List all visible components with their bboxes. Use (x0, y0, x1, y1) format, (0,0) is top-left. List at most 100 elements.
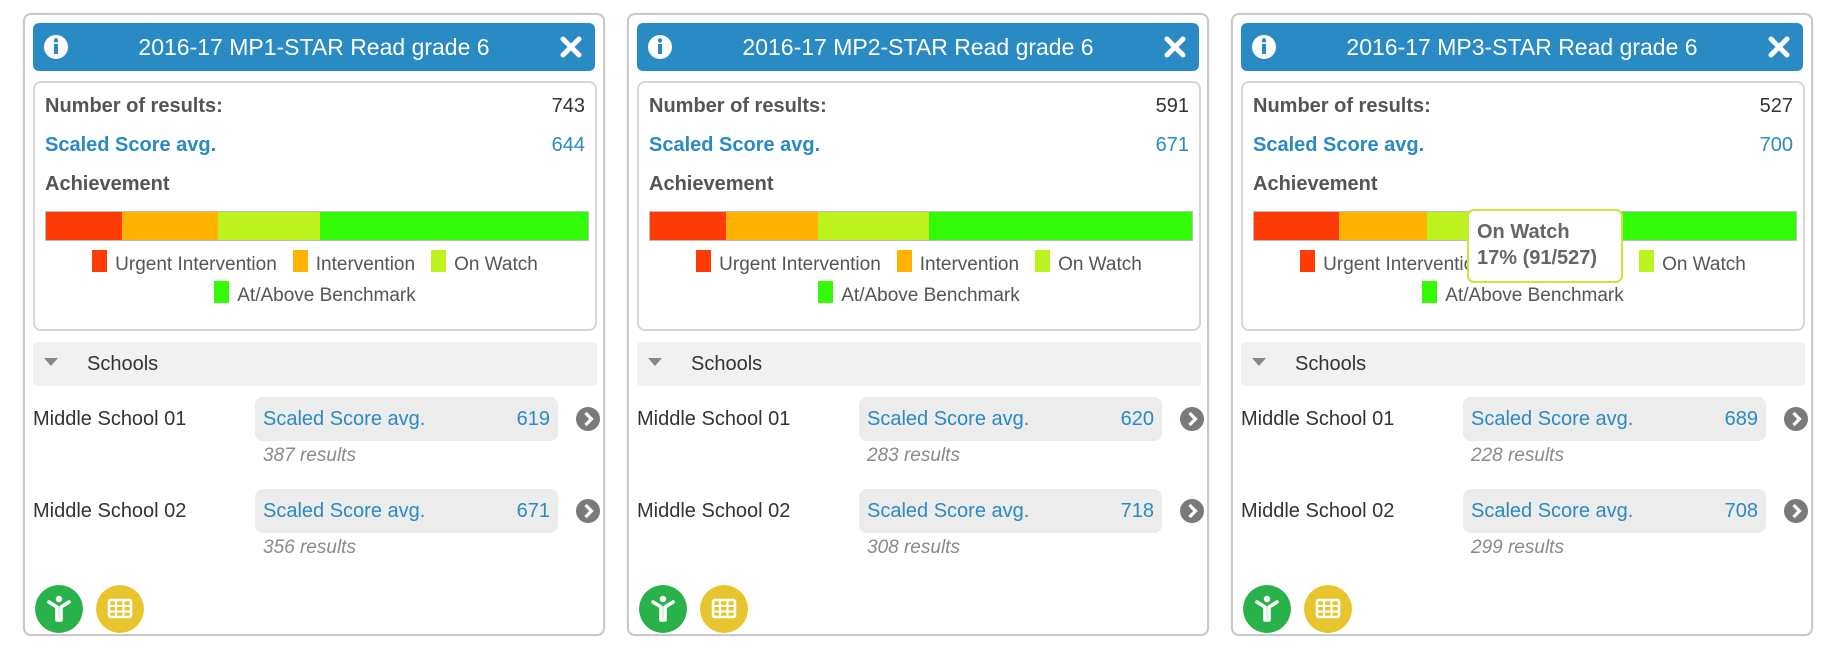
intervention-segment[interactable] (1338, 212, 1427, 240)
report-card-mp2: 2016-17 MP2-STAR Read grade 6 Number of … (627, 13, 1209, 636)
close-icon[interactable] (559, 35, 583, 59)
intervention-segment[interactable] (122, 212, 218, 240)
on-watch-swatch (1639, 249, 1655, 272)
card-title: 2016-17 MP2-STAR Read grade 6 (742, 34, 1094, 60)
table-icon[interactable] (96, 585, 144, 633)
school-name: Middle School 01 (637, 408, 791, 430)
intervention-segment[interactable] (726, 212, 819, 240)
legend-label: On Watch (454, 253, 538, 275)
legend-urgent-intervention: Urgent Intervention (696, 249, 881, 276)
urgent-intervention-swatch (92, 249, 108, 272)
school-score-value: 671 (516, 500, 550, 522)
legend-intervention: Intervention (292, 249, 416, 276)
student-icon[interactable] (639, 585, 687, 633)
number-of-results-value: 527 (1759, 95, 1793, 117)
school-score-label: Scaled Score avg. (263, 500, 426, 522)
legend-label: On Watch (1662, 253, 1746, 275)
school-results-count: 308 results (867, 537, 960, 558)
school-results-count: 356 results (263, 537, 356, 558)
schools-label: Schools (87, 353, 159, 375)
urgent-intervention-segment[interactable] (650, 212, 727, 240)
on-watch-tooltip: On Watch 17% (91/527) (1467, 209, 1623, 283)
chevron-right-circle-icon[interactable] (576, 407, 600, 431)
school-score-value: 689 (1724, 408, 1758, 430)
report-card-mp3: 2016-17 MP3-STAR Read grade 6 Number of … (1231, 13, 1813, 636)
achievement-label: Achievement (649, 173, 774, 195)
legend-label: Intervention (315, 253, 416, 275)
scaled-score-avg-label[interactable]: Scaled Score avg. (1253, 134, 1424, 157)
legend-label: Urgent Intervention (719, 253, 881, 275)
info-icon[interactable] (1251, 34, 1277, 60)
at-above-benchmark-swatch (818, 280, 834, 303)
chevron-right-circle-icon[interactable] (1784, 499, 1808, 523)
legend-on-watch: On Watch (431, 249, 538, 276)
on-watch-swatch (431, 249, 447, 272)
summary-panel: Number of results: 743 Scaled Score avg.… (33, 81, 597, 331)
chevron-right-circle-icon[interactable] (1180, 499, 1204, 523)
chevron-right-circle-icon[interactable] (1784, 407, 1808, 431)
scaled-score-avg-value: 644 (551, 134, 585, 156)
schools-label: Schools (1295, 353, 1367, 375)
school-score-label: Scaled Score avg. (1471, 500, 1634, 522)
school-name: Middle School 02 (1241, 500, 1395, 522)
school-results-count: 387 results (263, 445, 356, 466)
on-watch-swatch (1035, 249, 1051, 272)
scaled-score-avg-value: 700 (1759, 134, 1793, 156)
achievement-label: Achievement (1253, 173, 1378, 195)
school-score-button[interactable]: Scaled Score avg. 718 (859, 489, 1162, 533)
school-score-value: 620 (1120, 408, 1154, 430)
chevron-right-circle-icon[interactable] (576, 499, 600, 523)
on-watch-segment[interactable] (818, 212, 929, 240)
achievement-bar (45, 211, 589, 241)
school-score-button[interactable]: Scaled Score avg. 619 (255, 397, 558, 441)
number-of-results-label: Number of results: (45, 95, 223, 117)
table-icon[interactable] (1304, 585, 1352, 633)
table-icon[interactable] (700, 585, 748, 633)
school-score-button[interactable]: Scaled Score avg. 689 (1463, 397, 1766, 441)
school-name: Middle School 02 (33, 500, 187, 522)
achievement-legend: Urgent Intervention Intervention On Watc… (35, 249, 595, 311)
summary-panel: Number of results: 591 Scaled Score avg.… (637, 81, 1201, 331)
legend-label: Intervention (919, 253, 1020, 275)
legend-label: At/Above Benchmark (841, 284, 1020, 306)
school-score-value: 708 (1724, 500, 1758, 522)
card-title: 2016-17 MP1-STAR Read grade 6 (138, 34, 490, 60)
close-icon[interactable] (1163, 35, 1187, 59)
student-icon[interactable] (1243, 585, 1291, 633)
school-score-button[interactable]: Scaled Score avg. 620 (859, 397, 1162, 441)
caret-down-icon (648, 358, 662, 366)
at-above-benchmark-segment[interactable] (928, 212, 1192, 240)
chevron-right-circle-icon[interactable] (1180, 407, 1204, 431)
urgent-intervention-swatch (1300, 249, 1316, 272)
school-score-value: 619 (516, 408, 550, 430)
urgent-intervention-segment[interactable] (1254, 212, 1339, 240)
info-icon[interactable] (647, 34, 673, 60)
legend-urgent-intervention: Urgent Intervention (1300, 249, 1485, 276)
achievement-label: Achievement (45, 173, 170, 195)
school-name: Middle School 01 (33, 408, 187, 430)
number-of-results-value: 743 (551, 95, 585, 117)
student-icon[interactable] (35, 585, 83, 633)
legend-on-watch: On Watch (1035, 249, 1142, 276)
close-icon[interactable] (1767, 35, 1791, 59)
schools-section-toggle[interactable]: Schools (1241, 342, 1805, 386)
caret-down-icon (1252, 358, 1266, 366)
scaled-score-avg-label[interactable]: Scaled Score avg. (649, 134, 820, 157)
scaled-score-avg-label[interactable]: Scaled Score avg. (45, 134, 216, 157)
on-watch-segment[interactable] (217, 212, 321, 240)
info-icon[interactable] (43, 34, 69, 60)
tooltip-value: 17% (91/527) (1477, 247, 1598, 269)
legend-label: At/Above Benchmark (1445, 284, 1624, 306)
school-score-button[interactable]: Scaled Score avg. 708 (1463, 489, 1766, 533)
school-score-button[interactable]: Scaled Score avg. 671 (255, 489, 558, 533)
schools-section-toggle[interactable]: Schools (637, 342, 1201, 386)
schools-section-toggle[interactable]: Schools (33, 342, 597, 386)
school-results-count: 228 results (1471, 445, 1564, 466)
school-score-label: Scaled Score avg. (1471, 408, 1634, 430)
legend-at-above-benchmark: At/Above Benchmark (214, 280, 416, 307)
at-above-benchmark-segment[interactable] (320, 212, 588, 240)
tooltip-title: On Watch (1477, 221, 1570, 243)
urgent-intervention-segment[interactable] (46, 212, 123, 240)
school-results-count: 299 results (1471, 537, 1564, 558)
card-header: 2016-17 MP3-STAR Read grade 6 (1241, 23, 1803, 71)
